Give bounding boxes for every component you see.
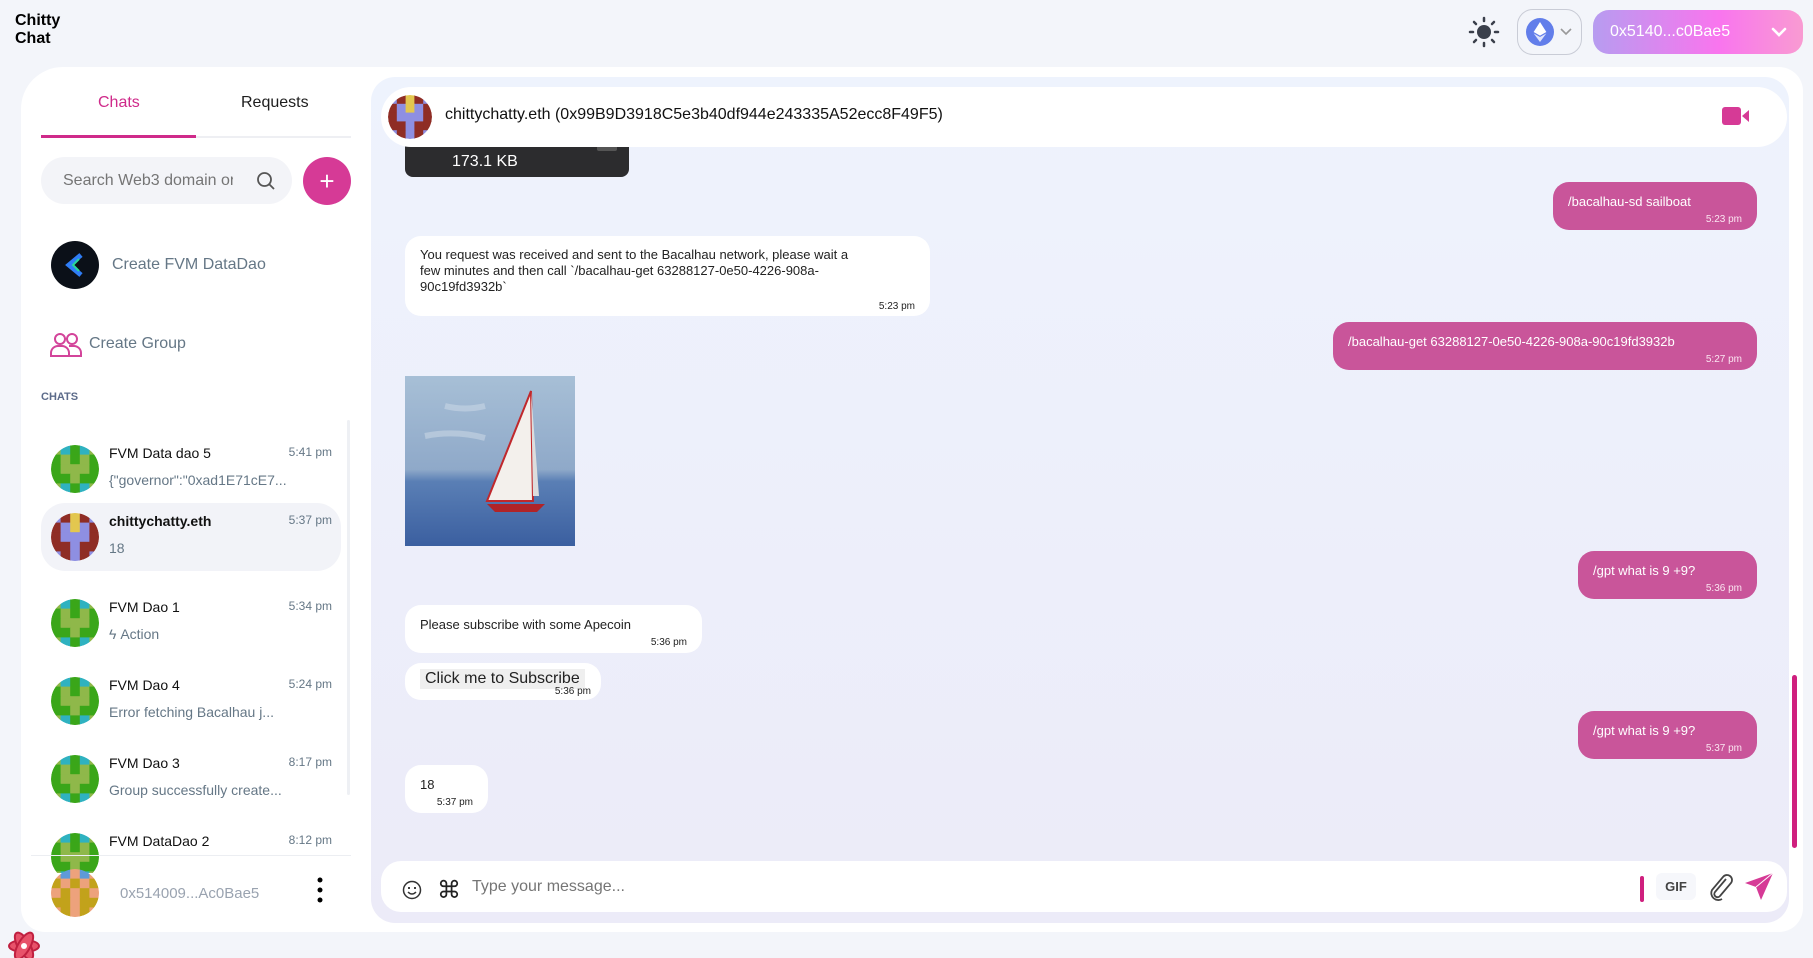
chat-list-item[interactable]: FVM Dao 1 5:34 pm ϟ Action	[41, 589, 341, 657]
chat-preview: ϟ Action	[109, 626, 160, 642]
chat-list-item[interactable]: FVM DataDao 2 8:12 pm	[41, 823, 341, 873]
video-call-icon[interactable]	[1722, 107, 1750, 125]
profile-address: 0x514009...Ac0Bae5	[120, 885, 260, 902]
text-cursor	[1640, 876, 1644, 902]
sun-icon[interactable]	[1468, 16, 1500, 48]
chat-preview: 18	[109, 540, 125, 556]
chat-avatar	[51, 677, 99, 725]
tab-chats[interactable]: Chats	[98, 94, 140, 118]
lightning-icon: ϟ	[109, 626, 121, 642]
message-received: Click me to Subscribe 5:36 pm	[405, 663, 601, 700]
chat-time: 5:24 pm	[288, 677, 332, 691]
message-received: You request was received and sent to the…	[405, 236, 930, 316]
sidebar-scrollbar[interactable]	[347, 420, 350, 795]
datadao-logo-icon	[51, 241, 99, 289]
chat-time: 8:17 pm	[288, 755, 332, 769]
chat-avatar	[51, 755, 99, 803]
chat-avatar	[51, 833, 99, 873]
divider	[31, 855, 351, 856]
network-selector[interactable]	[1517, 9, 1582, 55]
sailboat-image[interactable]	[405, 376, 575, 546]
chat-name: FVM Dao 4	[109, 677, 180, 693]
tab-active-indicator	[41, 135, 196, 138]
create-datadao-link[interactable]: Create FVM DataDao	[112, 256, 266, 274]
chat-list-item[interactable]: FVM Dao 3 8:17 pm Group successfully cre…	[41, 745, 341, 813]
tab-requests[interactable]: Requests	[241, 94, 309, 118]
chats-section-label: CHATS	[41, 391, 79, 403]
contact-title: chittychatty.eth (0x99B9D3918C5e3b40df94…	[445, 106, 943, 123]
command-icon[interactable]: ⌘	[437, 876, 461, 905]
ethereum-icon	[1526, 18, 1554, 46]
gif-button[interactable]: GIF	[1656, 873, 1696, 900]
chevron-down-icon	[1560, 28, 1572, 36]
profile-avatar[interactable]	[51, 869, 99, 917]
identicon	[385, 92, 435, 142]
chat-avatar	[51, 513, 99, 561]
attachment-icon[interactable]	[1708, 873, 1734, 901]
chat-time: 5:41 pm	[288, 445, 332, 459]
search-input[interactable]	[63, 171, 233, 190]
chat-name: chittychatty.eth	[109, 513, 212, 529]
send-icon[interactable]	[1745, 873, 1773, 900]
search-box	[41, 157, 292, 204]
more-options-icon[interactable]	[316, 876, 324, 904]
chat-avatar	[51, 445, 99, 493]
message-sent: /gpt what is 9 +9? 5:37 pm	[1578, 711, 1757, 759]
chat-list-item[interactable]: FVM Data dao 5 5:41 pm {"governor":"0xad…	[41, 435, 341, 503]
chat-time: 5:37 pm	[288, 513, 332, 527]
message-input[interactable]	[472, 876, 1622, 898]
chat-preview: Group successfully create...	[109, 782, 282, 798]
react-devtools-icon[interactable]	[4, 930, 44, 958]
message-received: Please subscribe with some Apecoin 5:36 p…	[405, 605, 702, 653]
chat-list-item[interactable]: FVM Dao 4 5:24 pm Error fetching Bacalha…	[41, 667, 341, 735]
chat-preview: Error fetching Bacalhau j...	[109, 704, 274, 720]
search-icon[interactable]	[256, 171, 276, 191]
wallet-button[interactable]: 0x5140...c0Bae5	[1593, 10, 1803, 54]
chat-name: FVM Data dao 5	[109, 445, 211, 461]
group-icon	[50, 333, 82, 357]
chat-name: FVM Dao 1	[109, 599, 180, 615]
create-group-link[interactable]: Create Group	[89, 335, 186, 353]
chat-time: 8:12 pm	[288, 833, 332, 847]
emoji-icon[interactable]	[402, 880, 422, 900]
app-logo: Chitty Chat	[15, 12, 61, 47]
chat-avatar	[51, 599, 99, 647]
chat-name: FVM Dao 3	[109, 755, 180, 771]
plus-icon: +	[319, 165, 335, 196]
contact-avatar[interactable]	[385, 92, 435, 142]
message-sent: /bacalhau-sd sailboat 5:23 pm	[1553, 182, 1757, 230]
chat-list-item[interactable]: chittychatty.eth 5:37 pm 18	[41, 503, 341, 571]
identicon	[51, 869, 99, 917]
chat-preview: {"governor":"0xad1E71cE7...	[109, 472, 287, 488]
message-sent: /bacalhau-get 63288127-0e50-4226-908a-90…	[1333, 322, 1757, 370]
chevron-down-icon	[1771, 27, 1787, 37]
message-received: 18 5:37 pm	[405, 765, 488, 813]
chat-time: 5:34 pm	[288, 599, 332, 613]
message-sent: /gpt what is 9 +9? 5:36 pm	[1578, 551, 1757, 599]
chat-scrollbar[interactable]	[1792, 675, 1797, 848]
chat-name: FVM DataDao 2	[109, 833, 210, 849]
new-chat-button[interactable]: +	[303, 157, 351, 205]
